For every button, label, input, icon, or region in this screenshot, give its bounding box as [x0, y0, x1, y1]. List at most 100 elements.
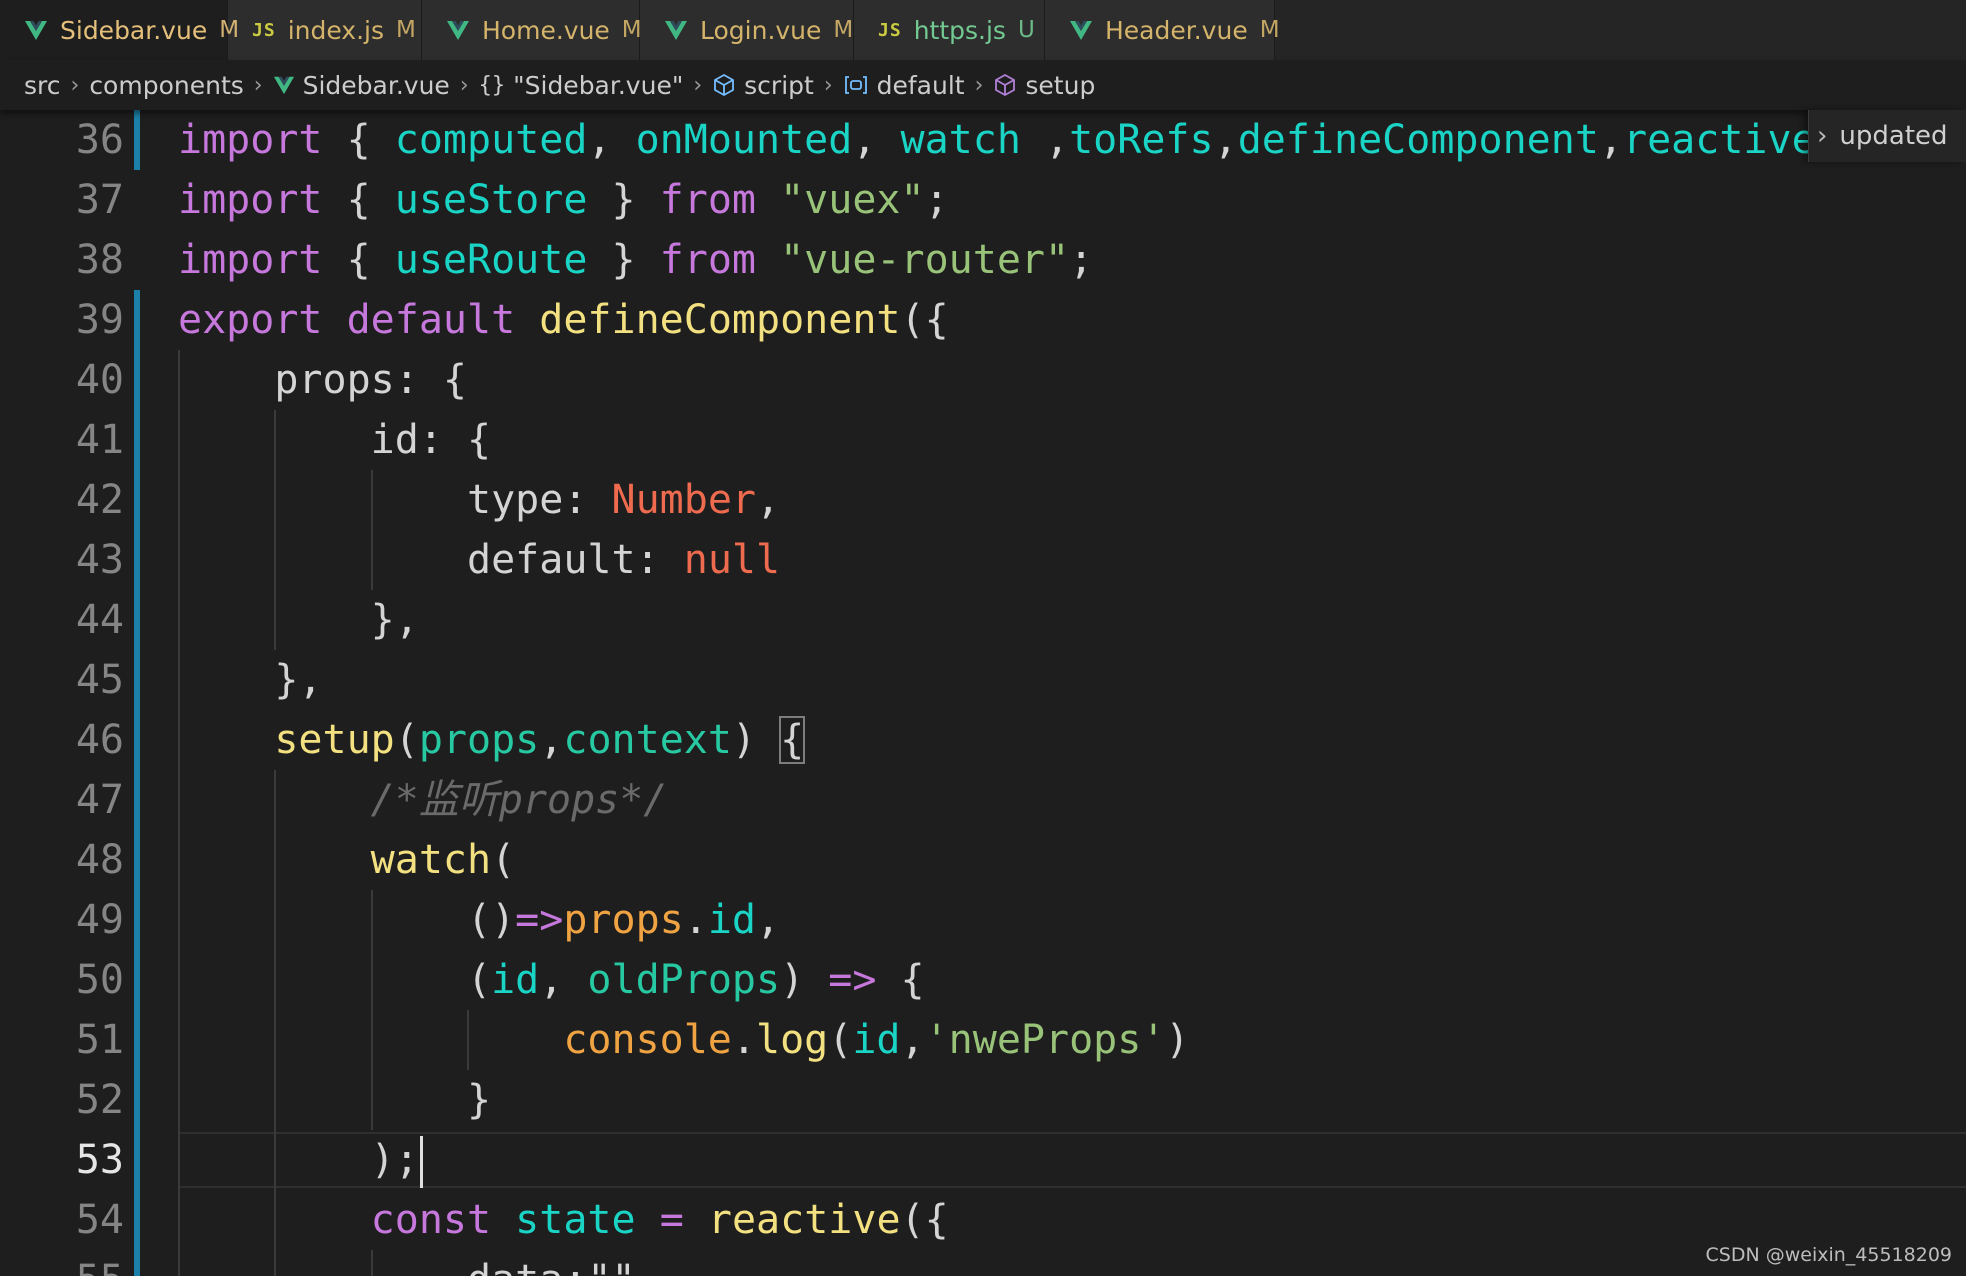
code-token: export	[178, 297, 323, 343]
code-token: defineComponent	[1237, 117, 1599, 163]
code-line[interactable]: 48 watch(	[0, 830, 1966, 890]
code-token: "vue-router"	[780, 237, 1070, 283]
git-status-badge: M	[396, 17, 416, 43]
code-text[interactable]: },	[178, 590, 419, 650]
code-line[interactable]: 46 setup(props,context) {	[0, 710, 1966, 770]
code-text[interactable]: (id, oldProps) => {	[178, 950, 925, 1010]
code-token: watch	[370, 837, 492, 883]
code-token: console	[563, 1017, 732, 1063]
vue-icon	[664, 18, 688, 42]
code-token: default	[346, 297, 516, 343]
code-line[interactable]: 42 type: Number,	[0, 470, 1966, 530]
code-text[interactable]: );	[178, 1130, 423, 1190]
line-number: 50	[75, 957, 124, 1003]
tab-login-vue[interactable]: Login.vue M	[640, 0, 854, 60]
code-text[interactable]: import { computed, onMounted, watch ,toR…	[178, 110, 1816, 170]
breadcrumb-item[interactable]: default	[843, 71, 965, 100]
code-text[interactable]: import { useStore } from "vuex";	[178, 170, 949, 230]
code-token: )	[1165, 1017, 1190, 1063]
inline-hint[interactable]: › updated	[1808, 110, 1966, 162]
code-text[interactable]: setup(props,context) {	[178, 710, 806, 770]
code-text[interactable]: const state = reactive({	[178, 1190, 949, 1250]
code-line[interactable]: 50 (id, oldProps) => {	[0, 950, 1966, 1010]
hint-label: updated	[1839, 121, 1948, 151]
code-token: onMounted	[635, 117, 853, 163]
code-token: "vuex"	[780, 177, 925, 223]
code-token: import	[178, 177, 323, 223]
code-token: )	[731, 717, 781, 763]
code-line[interactable]: 45 },	[0, 650, 1966, 710]
line-number: 45	[75, 657, 124, 703]
code-line[interactable]: 52 }	[0, 1070, 1966, 1130]
breadcrumb-item[interactable]: script	[712, 71, 814, 100]
code-text[interactable]: },	[178, 650, 322, 710]
code-line[interactable]: 53 );	[0, 1130, 1966, 1190]
tab-index-js[interactable]: JS index.js M	[228, 0, 422, 60]
git-modified-marker	[134, 1250, 140, 1276]
code-editor[interactable]: 36 import { computed, onMounted, watch ,t…	[0, 110, 1966, 1276]
code-text[interactable]: watch(	[178, 830, 516, 890]
vue-icon	[273, 74, 295, 96]
git-status-badge: M	[219, 17, 240, 43]
code-line[interactable]: 41 id: {	[0, 410, 1966, 470]
chevron-right-icon: ›	[693, 72, 703, 98]
tab-header-vue[interactable]: Header.vue M	[1045, 0, 1280, 60]
code-line[interactable]: 47 /*监听props*/	[0, 770, 1966, 830]
git-modified-marker	[134, 1130, 140, 1190]
line-number: 42	[75, 477, 124, 523]
tab-sidebar-vue[interactable]: Sidebar.vueM✕	[0, 0, 282, 60]
code-token: ,	[852, 117, 901, 163]
code-text[interactable]: export default defineComponent({	[178, 290, 949, 350]
tab-home-vue[interactable]: Home.vue M	[422, 0, 642, 60]
code-line[interactable]: 38 import { useRoute } from "vue-router";	[0, 230, 1966, 290]
code-line[interactable]: 37 import { useStore } from "vuex";	[0, 170, 1966, 230]
js-icon: JS	[252, 19, 276, 41]
code-line[interactable]: 55 data:""	[0, 1250, 1966, 1276]
breadcrumb-item[interactable]: setup	[993, 71, 1095, 100]
code-token: ;	[924, 177, 949, 223]
code-token: ()	[178, 897, 516, 943]
code-text[interactable]: data:""	[178, 1250, 636, 1276]
breadcrumb-item[interactable]: src	[24, 71, 61, 100]
code-token: (	[178, 957, 492, 1003]
code-text[interactable]: import { useRoute } from "vue-router";	[178, 230, 1093, 290]
code-line[interactable]: 40 props: {	[0, 350, 1966, 410]
git-status-badge: U	[1017, 17, 1035, 43]
code-text[interactable]: /*监听props*/	[178, 770, 668, 830]
code-text[interactable]: default: null	[178, 530, 780, 590]
code-token: }	[587, 177, 660, 223]
code-text[interactable]: id: {	[178, 410, 491, 470]
code-text[interactable]: console.log(id,'nweProps')	[178, 1010, 1190, 1070]
code-text[interactable]: type: Number,	[178, 470, 780, 530]
breadcrumb-item[interactable]: Sidebar.vue	[273, 71, 450, 100]
git-modified-marker	[134, 410, 140, 470]
code-token: defineComponent	[539, 297, 901, 343]
code-token: useStore	[394, 177, 588, 223]
tab-label: Sidebar.vue	[60, 15, 208, 45]
code-text[interactable]: ()=>props.id,	[178, 890, 780, 950]
code-line[interactable]: 44 },	[0, 590, 1966, 650]
code-line[interactable]: 54 const state = reactive({	[0, 1190, 1966, 1250]
code-token: id	[491, 957, 540, 1003]
code-token: (	[828, 1017, 853, 1063]
code-line[interactable]: 36 import { computed, onMounted, watch ,t…	[0, 110, 1966, 170]
code-text[interactable]: }	[178, 1070, 491, 1130]
code-token: (	[394, 717, 419, 763]
code-line[interactable]: 43 default: null	[0, 530, 1966, 590]
code-text[interactable]: props: {	[178, 350, 467, 410]
breadcrumb-label: src	[24, 70, 61, 100]
breadcrumb-item[interactable]: components	[89, 71, 243, 100]
git-modified-marker	[134, 890, 140, 950]
tab-https-js[interactable]: JS https.js U	[854, 0, 1045, 60]
git-modified-marker	[134, 710, 140, 770]
code-line[interactable]: 51 console.log(id,'nweProps')	[0, 1010, 1966, 1070]
breadcrumb-item[interactable]: {} "Sidebar.vue"	[479, 71, 684, 100]
code-line[interactable]: 49 ()=>props.id,	[0, 890, 1966, 950]
code-line[interactable]: 39 export default defineComponent({	[0, 290, 1966, 350]
code-token: ,	[1020, 117, 1070, 163]
git-modified-marker	[134, 830, 140, 890]
